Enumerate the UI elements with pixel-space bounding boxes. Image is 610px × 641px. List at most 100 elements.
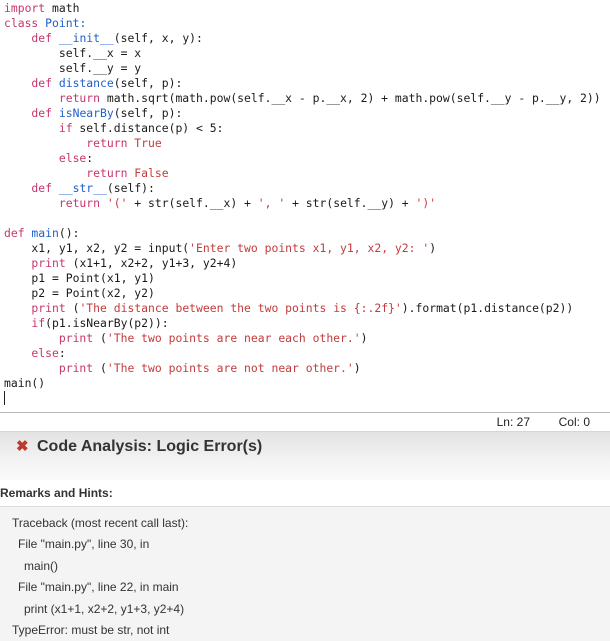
code-token: main [24, 226, 59, 240]
code-token: 'The distance between the two points is … [79, 301, 402, 315]
code-token: def [4, 226, 25, 240]
x-error-icon: ✖ [16, 438, 29, 455]
code-token: return [4, 166, 128, 180]
code-token: class [4, 16, 39, 30]
code-token: : [58, 346, 66, 360]
code-token: if [4, 316, 46, 330]
code-line: print ('The two points are not near othe… [4, 361, 361, 376]
code-line: if self.distance(p) < 5: [4, 121, 224, 136]
code-line: def isNearBy(self, p): [4, 106, 182, 121]
code-line: def distance(self, p): [4, 76, 182, 91]
code-token: ) [353, 361, 361, 375]
line-number: Ln: 27 [496, 415, 530, 429]
code-line: return '(' + str(self.__x) + ', ' + str(… [4, 196, 436, 211]
status-bar: Ln: 27 Col: 0 [0, 412, 610, 432]
code-token: ).format(p1.distance(p2)) [401, 301, 574, 315]
remarks-title: Remarks and Hints: [0, 486, 113, 500]
code-token: + str(self.__x) + [127, 196, 258, 210]
code-token: __str__ [52, 181, 107, 195]
code-token: 'The two points are not near other.' [106, 361, 354, 375]
code-token: print [4, 256, 66, 270]
code-line: def __init__(self, x, y): [4, 31, 203, 46]
code-line: def main(): [4, 226, 79, 241]
code-token: 'The two points are near each other.' [106, 331, 361, 345]
code-line: main() [4, 376, 45, 391]
code-line: p2 = Point(x2, y2) [4, 286, 155, 301]
code-token: def [4, 106, 53, 120]
code-token: print [4, 331, 94, 345]
code-token: 'Enter two points x1, y1, x2, y2: ' [189, 241, 430, 255]
code-token: import [4, 1, 46, 15]
code-line: return True [4, 136, 162, 151]
code-token: math.sqrt(math.pow(self.__x - p.__x, 2) … [100, 91, 601, 105]
code-token: main() [4, 376, 46, 390]
traceback-line: File "main.py", line 30, in [18, 537, 150, 551]
text-cursor [4, 391, 5, 405]
code-token: ) [429, 241, 437, 255]
code-token: else [4, 151, 87, 165]
traceback-line: main() [24, 559, 59, 573]
code-token: x1, y1, x2, y2 = input( [4, 241, 190, 255]
code-token: '(' [100, 196, 128, 210]
code-line: self.__x = x [4, 46, 141, 61]
code-token: else [4, 346, 59, 360]
code-line: return False [4, 166, 169, 181]
code-editor[interactable]: import math class Point: def __init__(sel… [0, 0, 610, 412]
traceback-line: print (x1+1, x2+2, y1+3, y2+4) [24, 602, 185, 616]
code-line: else: [4, 346, 66, 361]
code-token: self.__y = y [4, 61, 142, 75]
code-line: def __str__(self): [4, 181, 155, 196]
code-line: print ('The two points are near each oth… [4, 331, 368, 346]
code-token: (self, p): [113, 76, 183, 90]
code-token: def [4, 31, 53, 45]
traceback-panel: Traceback (most recent call last): File … [0, 506, 610, 641]
code-token: print [4, 361, 94, 375]
code-token: (self, p): [113, 106, 183, 120]
code-token: p2 = Point(x2, y2) [4, 286, 155, 300]
code-token: ( [93, 361, 107, 375]
code-token: print [4, 301, 66, 315]
code-analysis-header: ✖ Code Analysis: Logic Error(s) [0, 432, 610, 480]
code-token: (self): [106, 181, 155, 195]
code-token: p1 = Point(x1, y1) [4, 271, 155, 285]
code-line: x1, y1, x2, y2 = input('Enter two points… [4, 241, 436, 256]
code-line: print ('The distance between the two poi… [4, 301, 573, 316]
column-number: Col: 0 [558, 415, 590, 429]
code-line: self.__y = y [4, 61, 141, 76]
traceback-line: Traceback (most recent call last): [12, 516, 189, 530]
code-token: return [4, 196, 101, 210]
code-token: math [45, 1, 80, 15]
code-token: if [4, 121, 73, 135]
code-token: isNearBy [52, 106, 114, 120]
code-token: (self, x, y): [113, 31, 203, 45]
code-token: ( [65, 301, 80, 315]
code-token: (): [58, 226, 80, 240]
code-line: return math.sqrt(math.pow(self.__x - p._… [4, 91, 601, 106]
code-token: self.__x = x [4, 46, 142, 60]
code-token: True [127, 136, 162, 150]
code-token: return [4, 91, 101, 105]
code-line: if(p1.isNearBy(p2)): [4, 316, 168, 331]
code-token: ', ' [257, 196, 286, 210]
code-token: Point: [38, 16, 87, 30]
code-token: self.distance(p) < 5: [72, 121, 224, 135]
code-token: return [4, 136, 128, 150]
code-line: import math [4, 1, 79, 16]
code-token: (x1+1, x2+2, y1+3, y2+4) [65, 256, 238, 270]
code-line: class Point: [4, 16, 86, 31]
code-token: ) [360, 331, 368, 345]
code-token: ')' [415, 196, 437, 210]
analysis-title: Code Analysis: Logic Error(s) [37, 438, 263, 455]
code-token: False [127, 166, 169, 180]
code-token: + str(self.__y) + [285, 196, 416, 210]
code-token: __init__ [52, 31, 114, 45]
traceback-line: TypeError: must be str, not int [12, 623, 170, 637]
code-token: def [4, 76, 53, 90]
code-line: p1 = Point(x1, y1) [4, 271, 155, 286]
code-token: distance [52, 76, 114, 90]
code-token: def [4, 181, 53, 195]
code-line: else: [4, 151, 93, 166]
code-line: print (x1+1, x2+2, y1+3, y2+4) [4, 256, 237, 271]
code-token: : [86, 151, 94, 165]
code-token: ( [93, 331, 107, 345]
